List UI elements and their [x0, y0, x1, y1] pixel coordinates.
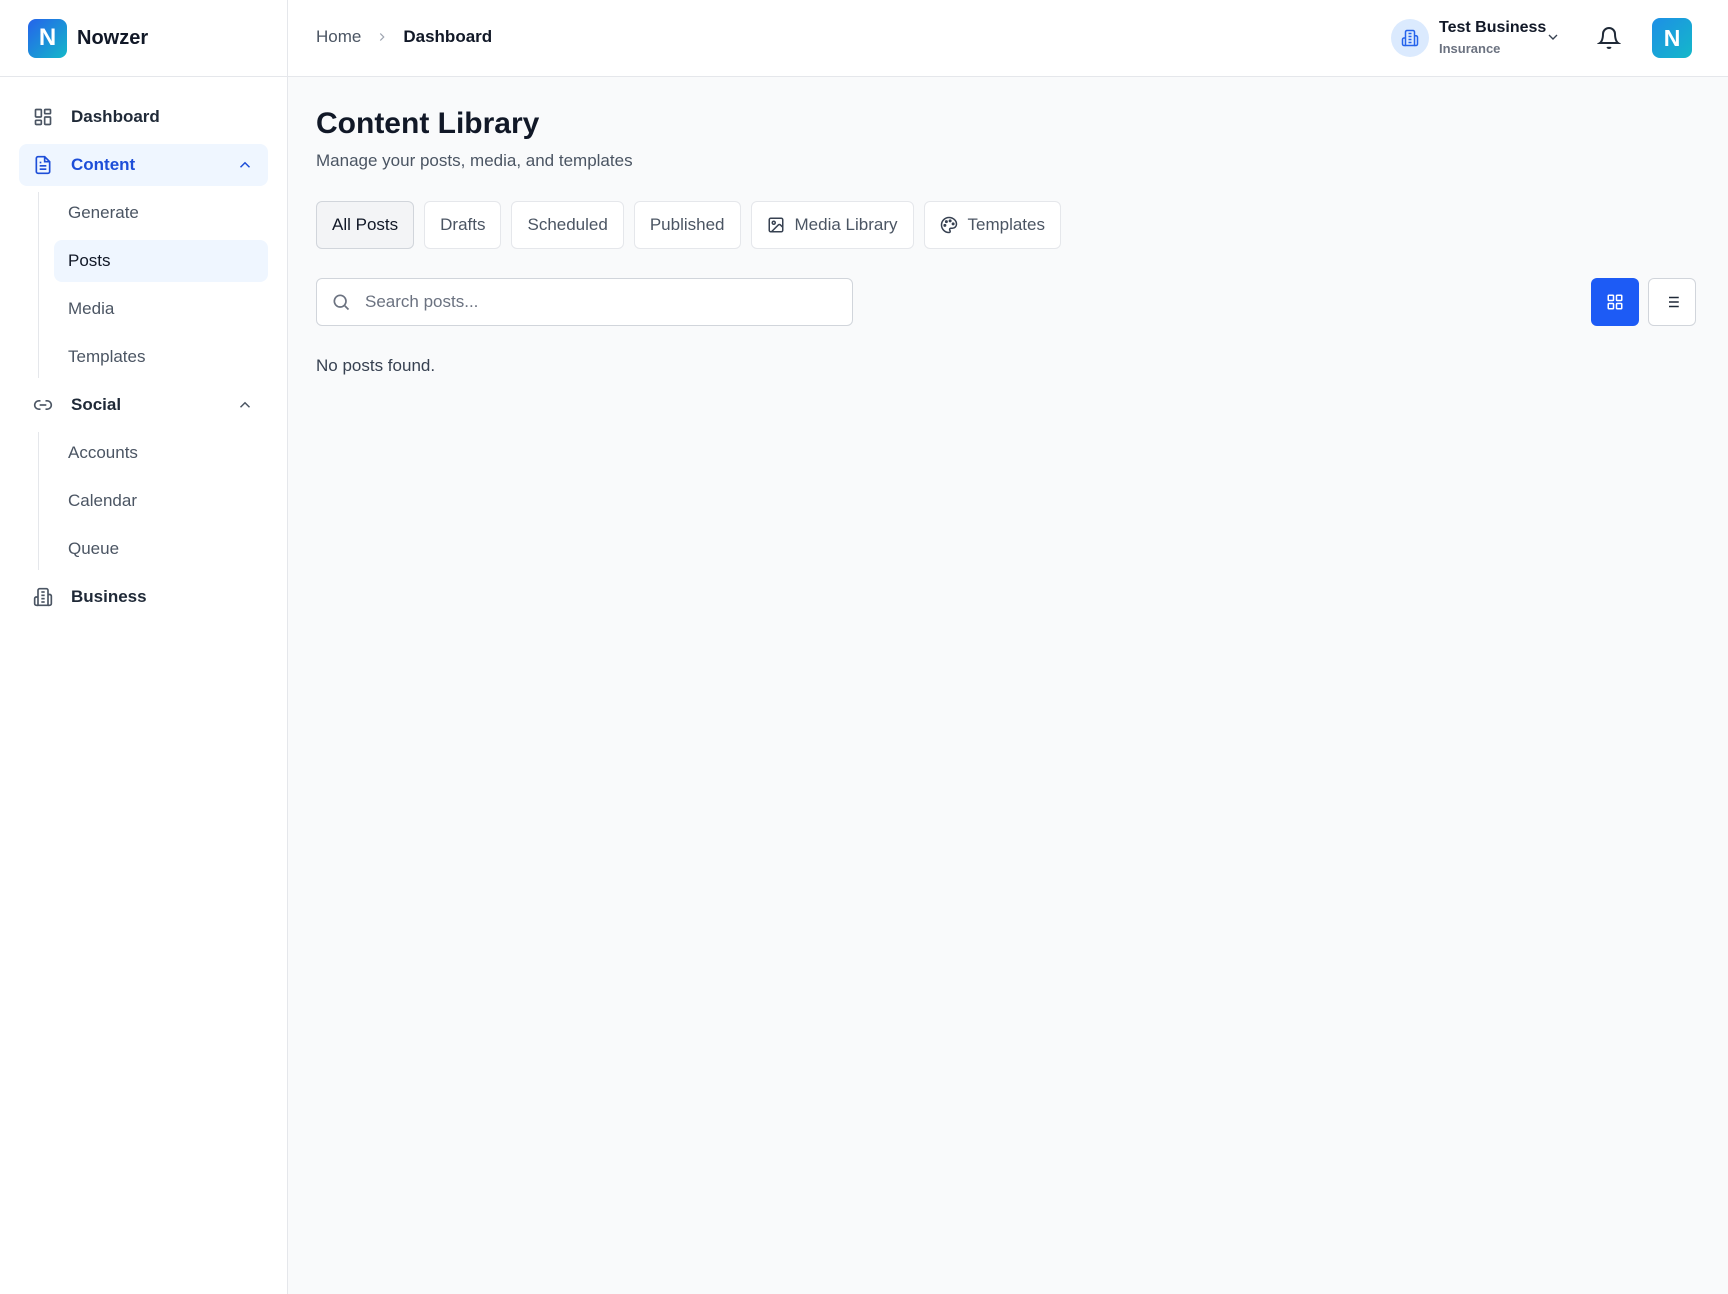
tab-label: Templates [967, 215, 1045, 234]
sidebar-item-dashboard[interactable]: Dashboard [19, 96, 268, 138]
tab-label: Scheduled [527, 215, 608, 234]
list-icon [1665, 296, 1679, 308]
file-text-icon [33, 155, 53, 175]
sidebar-item-label: Business [71, 587, 147, 606]
tab-label: Media Library [794, 215, 898, 234]
tab-drafts[interactable]: Drafts [424, 201, 502, 249]
page-title: Content Library [316, 107, 540, 140]
sidebar-item-posts[interactable]: Posts [54, 240, 268, 282]
search-input[interactable] [365, 292, 835, 312]
tab-all-posts[interactable]: All Posts [316, 201, 415, 249]
tab-templates[interactable]: Templates [923, 201, 1061, 249]
breadcrumb-current: Dashboard [403, 27, 493, 46]
layout-grid-icon [33, 107, 53, 127]
bell-icon[interactable] [1597, 26, 1621, 50]
content-subnav: Generate Posts Media Templates [38, 192, 268, 378]
sidebar-item-business[interactable]: Business [19, 576, 268, 618]
sidebar-item-label: Content [71, 155, 136, 174]
breadcrumb-home[interactable]: Home [316, 27, 361, 47]
breadcrumb: Home Dashboard [316, 27, 492, 47]
sidebar-item-generate[interactable]: Generate [54, 192, 268, 234]
grid-view-button[interactable] [1591, 278, 1639, 326]
chevron-up-icon[interactable] [236, 156, 254, 174]
sidebar-item-social[interactable]: Social [19, 384, 268, 426]
link-icon [33, 395, 53, 415]
business-switcher[interactable]: Test Business Insurance [1391, 18, 1546, 58]
sidebar-item-calendar[interactable]: Calendar [54, 480, 268, 522]
sidebar-item-label: Social [71, 395, 122, 414]
tab-label: Published [649, 215, 725, 234]
tab-label: Drafts [440, 215, 486, 234]
building-icon [1391, 19, 1429, 57]
sidebar: N Nowzer Dashboard Content Generate Post… [0, 0, 288, 1294]
main-content: Content Library Manage your posts, media… [288, 77, 1728, 1294]
sidebar-item-label: Dashboard [71, 107, 160, 126]
tab-label: All Posts [332, 215, 399, 234]
list-view-button[interactable] [1648, 278, 1696, 326]
search-box [316, 278, 853, 326]
chevron-right-icon [380, 33, 385, 41]
sidebar-item-accounts[interactable]: Accounts [54, 432, 268, 474]
tab-media-library[interactable]: Media Library [750, 201, 914, 249]
content-tabs: All Posts Drafts Scheduled Published Med… [316, 201, 1071, 249]
sidebar-item-media[interactable]: Media [54, 288, 268, 330]
sidebar-item-queue[interactable]: Queue [54, 528, 268, 570]
sidebar-item-templates[interactable]: Templates [54, 336, 268, 378]
chevron-up-icon[interactable] [236, 396, 254, 414]
chevron-down-icon[interactable] [1545, 29, 1561, 45]
social-subnav: Accounts Calendar Queue [38, 432, 268, 570]
topbar: Home Dashboard Test Business Insurance N [288, 0, 1728, 77]
business-name: Test Business [1439, 19, 1547, 36]
sidebar-item-content[interactable]: Content [19, 144, 268, 186]
search-icon [333, 294, 350, 311]
grid-icon [1607, 294, 1623, 310]
image-icon [768, 217, 783, 233]
building-icon [33, 587, 53, 607]
empty-state-message: No posts found. [316, 356, 436, 375]
logo: N [28, 18, 67, 58]
avatar[interactable]: N [1652, 18, 1692, 58]
tab-scheduled[interactable]: Scheduled [511, 201, 624, 249]
tab-published[interactable]: Published [633, 201, 741, 249]
palette-icon [940, 216, 957, 234]
business-category: Insurance [1439, 41, 1501, 56]
brand-name: Nowzer [77, 26, 149, 49]
brand[interactable]: N Nowzer [0, 0, 287, 77]
sidebar-nav: Dashboard Content Generate Posts Media T… [0, 77, 287, 618]
page-subtitle: Manage your posts, media, and templates [316, 151, 633, 170]
